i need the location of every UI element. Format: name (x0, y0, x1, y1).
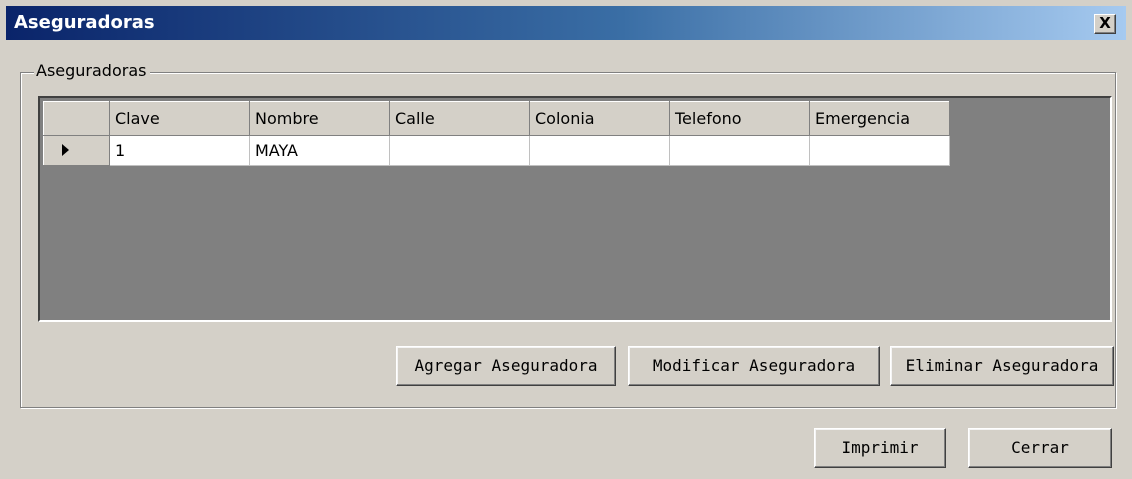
modify-aseguradora-button[interactable]: Modificar Aseguradora (628, 346, 880, 386)
close-button[interactable]: Cerrar (968, 428, 1112, 468)
close-window-button[interactable]: X (1094, 14, 1116, 34)
column-header-colonia[interactable]: Colonia (529, 101, 670, 136)
row-header[interactable] (43, 135, 110, 166)
cell-colonia[interactable] (529, 135, 670, 166)
aseguradoras-window: Aseguradoras X Aseguradoras Clave Nombre (0, 0, 1132, 479)
aseguradoras-grid[interactable]: Clave Nombre Calle Colonia Telefono Emer… (38, 96, 1112, 322)
add-aseguradora-button[interactable]: Agregar Aseguradora (396, 346, 616, 386)
column-header-emergencia[interactable]: Emergencia (809, 101, 950, 136)
print-button[interactable]: Imprimir (814, 428, 946, 468)
cell-telefono[interactable] (669, 135, 810, 166)
cell-clave[interactable]: 1 (109, 135, 250, 166)
column-header-clave[interactable]: Clave (109, 101, 250, 136)
groupbox-legend: Aseguradoras (34, 60, 151, 82)
column-header-calle[interactable]: Calle (389, 101, 530, 136)
cell-nombre[interactable]: MAYA (249, 135, 390, 166)
title-bar[interactable]: Aseguradoras X (6, 6, 1126, 40)
grid-header-row: Clave Nombre Calle Colonia Telefono Emer… (43, 101, 950, 136)
column-header-telefono[interactable]: Telefono (669, 101, 810, 136)
window-title: Aseguradoras (14, 12, 155, 33)
grid-table: Clave Nombre Calle Colonia Telefono Emer… (43, 101, 950, 166)
grid-corner-header (43, 101, 110, 136)
cell-calle[interactable] (389, 135, 530, 166)
table-row[interactable]: 1 MAYA (43, 135, 950, 166)
column-header-nombre[interactable]: Nombre (249, 101, 390, 136)
current-row-arrow-icon (62, 144, 69, 156)
close-icon: X (1099, 14, 1111, 32)
delete-aseguradora-button[interactable]: Eliminar Aseguradora (890, 346, 1114, 386)
cell-emergencia[interactable] (809, 135, 950, 166)
